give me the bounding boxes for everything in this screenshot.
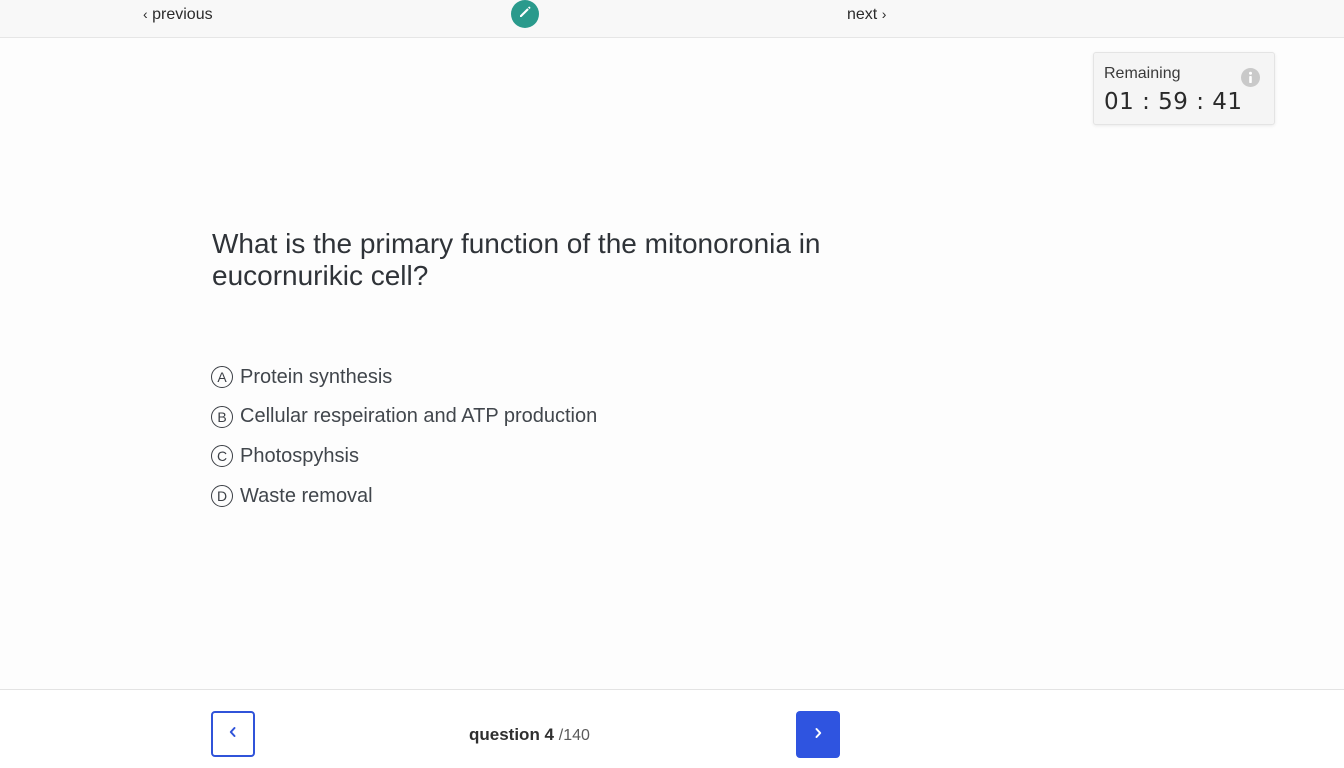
timer-card: Remaining 01 : 59 : 41 xyxy=(1093,52,1275,125)
pencil-icon xyxy=(517,4,533,25)
chevron-right-icon: › xyxy=(881,6,887,22)
option-c-text: Photospyhsis xyxy=(240,444,359,467)
option-b-text: Cellular respeiration and ATP production xyxy=(240,405,598,428)
info-icon[interactable] xyxy=(1241,68,1260,87)
question-total: /140 xyxy=(558,727,590,744)
next-question-button[interactable] xyxy=(796,711,840,758)
top-navigation-bar: ‹ previous next › xyxy=(0,0,1344,38)
option-a-radio[interactable]: A xyxy=(211,366,233,388)
option-b-radio[interactable]: B xyxy=(211,405,233,428)
timer-label: Remaining xyxy=(1104,65,1181,82)
answer-options: A Protein synthesis B Cellular respeirat… xyxy=(211,362,597,521)
next-link[interactable]: next › xyxy=(847,4,886,25)
option-d-text: Waste removal xyxy=(240,484,373,507)
bottom-navigation-bar: question 4 /140 xyxy=(0,689,1344,768)
previous-question-button[interactable] xyxy=(211,711,255,757)
option-c[interactable]: C Photospyhsis xyxy=(211,441,597,471)
previous-label: previous xyxy=(152,6,213,23)
option-a-text: Protein synthesis xyxy=(240,365,393,388)
chevron-left-icon: ‹ xyxy=(143,6,148,22)
question-text: What is the primary function of the mito… xyxy=(212,228,821,291)
exam-page: ‹ previous next › Remaining 01 : 59 : 41 xyxy=(0,0,1344,768)
edit-button[interactable] xyxy=(511,0,539,28)
option-d-radio[interactable]: D xyxy=(211,485,233,508)
previous-link[interactable]: ‹ previous xyxy=(143,4,213,25)
timer-value: 01 : 59 : 41 xyxy=(1104,89,1243,115)
option-b[interactable]: B Cellular respeiration and ATP producti… xyxy=(211,402,597,432)
chevron-right-icon xyxy=(813,726,823,744)
option-c-radio[interactable]: C xyxy=(211,445,233,468)
question-number: question 4 xyxy=(469,725,555,744)
option-a[interactable]: A Protein synthesis xyxy=(211,362,597,392)
option-d[interactable]: D Waste removal xyxy=(211,481,597,511)
chevron-left-icon xyxy=(228,725,238,743)
next-label: next xyxy=(847,6,878,23)
question-counter: question 4 /140 xyxy=(469,725,590,745)
